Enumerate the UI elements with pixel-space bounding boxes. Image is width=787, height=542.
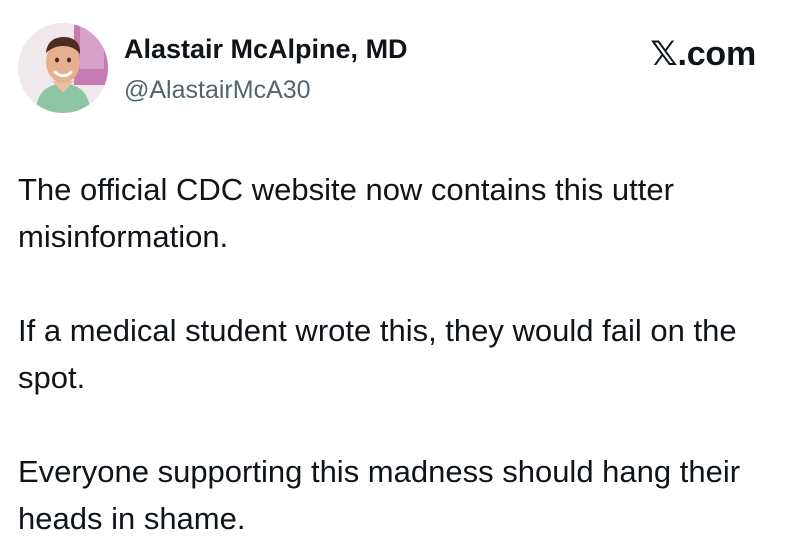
post-card: Alastair McAlpine, MD @AlastairMcA30 𝕏.c…: [0, 0, 787, 540]
post-body: The official CDC website now contains th…: [18, 166, 770, 542]
profile-photo-icon: [18, 23, 108, 113]
post-paragraph: The official CDC website now contains th…: [18, 172, 674, 254]
author-display-name[interactable]: Alastair McAlpine, MD: [124, 33, 408, 65]
author-handle[interactable]: @AlastairMcA30: [124, 75, 311, 105]
x-brand-label: 𝕏.com: [650, 35, 756, 73]
avatar[interactable]: [18, 23, 108, 113]
post-paragraph: Everyone supporting this madness should …: [18, 454, 741, 536]
post-paragraph: If a medical student wrote this, they wo…: [18, 313, 737, 395]
